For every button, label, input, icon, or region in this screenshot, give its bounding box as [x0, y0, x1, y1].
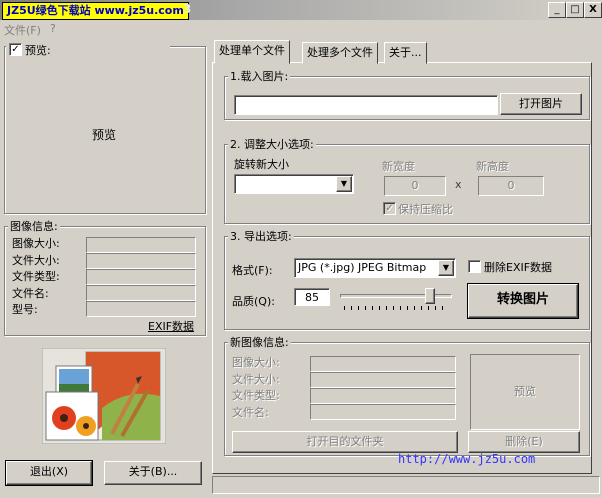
height-label: 新高度	[476, 160, 509, 173]
rotate-label: 旋转新大小	[234, 158, 289, 171]
rotate-size-select[interactable]: ▼	[234, 174, 354, 194]
tab-single-file[interactable]: 处理单个文件	[214, 40, 290, 64]
close-button[interactable]: X	[584, 2, 602, 18]
minimize-button[interactable]: _	[548, 2, 566, 18]
export-legend: 3. 导出选项:	[228, 228, 294, 244]
new-width-input[interactable]: 0	[384, 176, 446, 196]
image-info-labels: 图像大小: 文件大小: 文件类型: 文件名: 型号:	[12, 236, 60, 319]
watermark-banner: JZ5U绿色下载站 www.jz5u.com	[2, 2, 189, 20]
new-info-labels: 图像大小: 文件大小: 文件类型: 文件名:	[232, 355, 280, 421]
app-logo	[41, 347, 167, 445]
slider-thumb[interactable]	[425, 288, 435, 304]
new-image-preview: 预览	[470, 354, 580, 430]
delete-button[interactable]: 删除(E)	[468, 431, 580, 453]
quality-input[interactable]: 85	[294, 288, 330, 306]
info-label: 文件大小:	[12, 253, 60, 267]
keep-ratio-checkbox[interactable]: ✓	[383, 202, 396, 215]
remove-exif-label: 删除EXIF数据	[484, 261, 553, 274]
new-info-legend: 新图像信息:	[228, 334, 291, 350]
info-label: 文件类型:	[12, 270, 60, 283]
format-label: 格式(F):	[232, 264, 273, 277]
times-sign: x	[455, 178, 462, 191]
menu-bar	[0, 20, 602, 38]
quality-label: 品质(Q):	[232, 295, 275, 308]
info-label: 文件名:	[12, 286, 49, 300]
preview-checkbox[interactable]: ✓	[9, 43, 22, 56]
info-label: 型号:	[12, 303, 38, 316]
load-legend: 1.载入图片:	[228, 68, 291, 84]
status-bar	[212, 476, 600, 494]
app-logo-icon	[41, 347, 167, 445]
info-value-model	[86, 301, 196, 317]
exif-data-link[interactable]: EXIF数据	[148, 318, 194, 334]
open-image-button[interactable]: 打开图片	[500, 93, 582, 115]
chevron-down-icon[interactable]: ▼	[438, 260, 454, 276]
footer-url: http://www.jz5u.com	[398, 452, 536, 466]
about-button[interactable]: 关于(B)...	[104, 461, 202, 485]
menu-help[interactable]: ?	[50, 22, 56, 35]
format-select[interactable]: JPG (*.jpg) JPEG Bitmap ▼	[294, 258, 456, 278]
maximize-button[interactable]: □	[566, 2, 584, 18]
new-info-label: 文件名:	[232, 405, 269, 419]
new-info-value-file-name	[310, 404, 456, 420]
new-info-label: 文件大小:	[232, 372, 280, 386]
file-path-input[interactable]	[234, 95, 498, 115]
slider-ticks	[344, 306, 448, 310]
preview-checkbox-label: 预览:	[25, 44, 51, 57]
info-value-file-type	[86, 269, 196, 285]
convert-image-button[interactable]: 转换图片	[467, 283, 579, 319]
new-info-value-image-size	[310, 356, 456, 372]
chevron-down-icon[interactable]: ▼	[336, 176, 352, 192]
window-title: 3	[183, 2, 192, 16]
new-info-label: 文件类型:	[232, 389, 280, 402]
tab-about[interactable]: 关于...	[384, 42, 427, 64]
new-info-value-file-size	[310, 372, 456, 388]
slider-track	[340, 294, 452, 298]
resize-legend: 2. 调整大小选项:	[228, 136, 316, 152]
tab-multiple-files[interactable]: 处理多个文件	[302, 42, 378, 64]
new-info-value-file-type	[310, 388, 456, 404]
quality-slider[interactable]	[340, 288, 452, 312]
open-destination-folder-button[interactable]: 打开目的文件夹	[232, 431, 458, 453]
new-info-label: 图像大小:	[232, 356, 280, 369]
keep-ratio-label: 保持压缩比	[398, 203, 453, 216]
new-height-input[interactable]: 0	[478, 176, 544, 196]
preview-placeholder: 预览	[92, 128, 117, 142]
image-info-legend: 图像信息:	[8, 218, 60, 234]
info-value-file-size	[86, 253, 196, 269]
info-value-image-size	[86, 237, 196, 253]
info-label: 图像大小:	[12, 237, 60, 250]
width-label: 新宽度	[382, 160, 415, 173]
format-value: JPG (*.jpg) JPEG Bitmap	[298, 261, 427, 274]
exit-button[interactable]: 退出(X)	[5, 460, 93, 486]
menu-file[interactable]: 文件(F)	[4, 22, 41, 38]
remove-exif-checkbox[interactable]	[468, 260, 481, 273]
info-value-file-name	[86, 285, 196, 301]
